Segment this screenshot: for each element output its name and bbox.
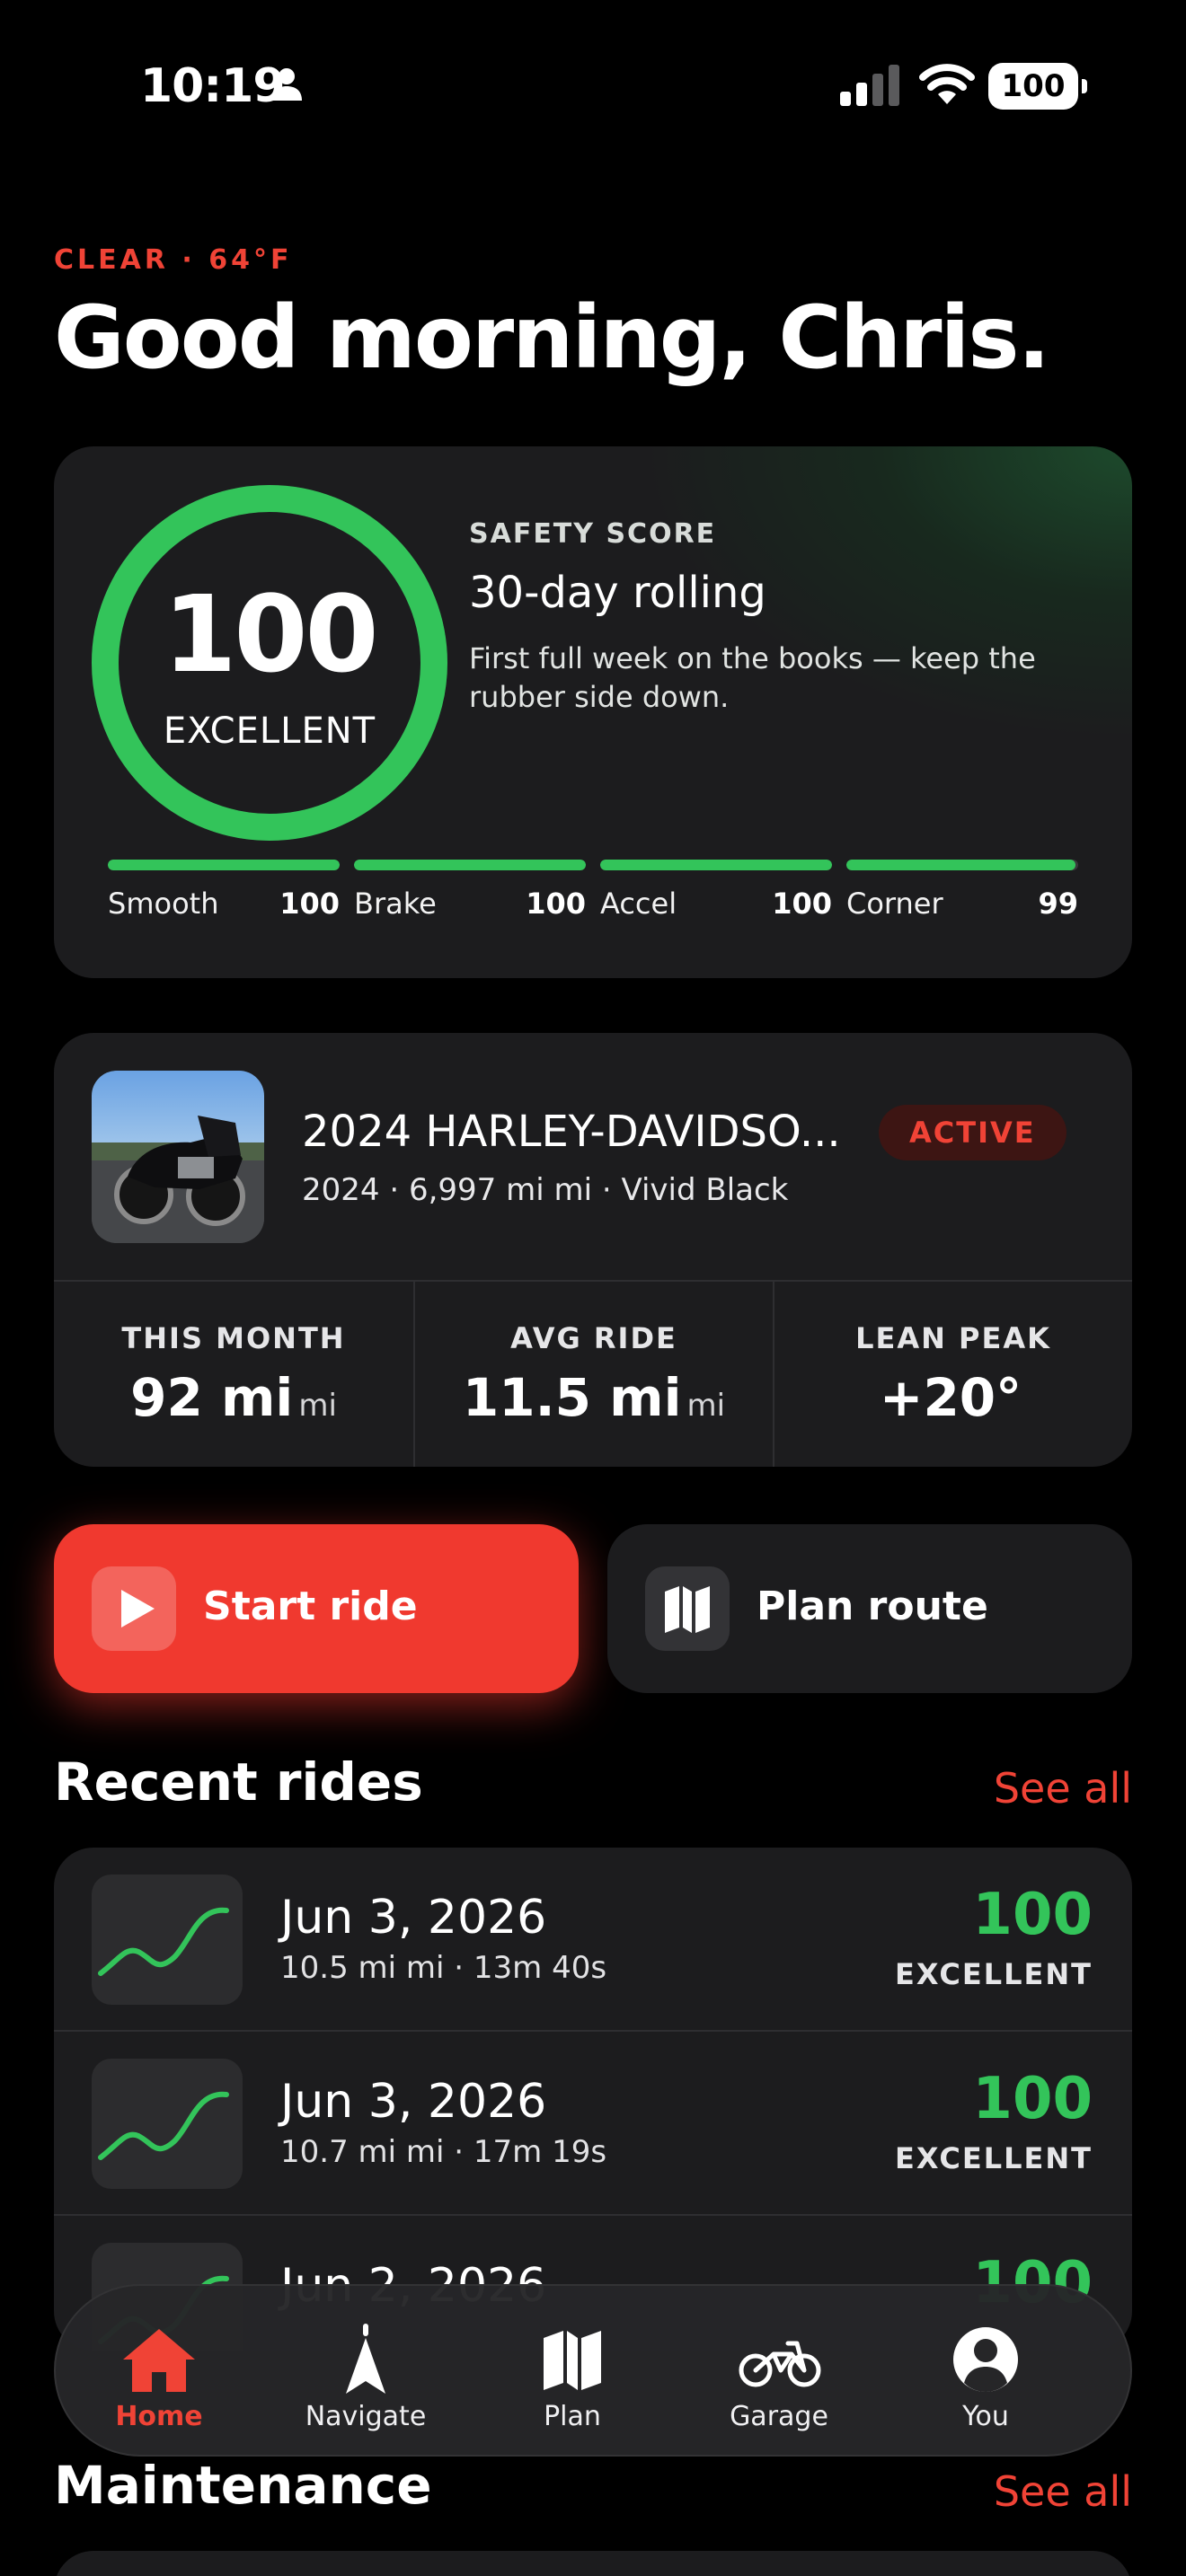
weather-label: CLEAR · 64°F <box>54 244 293 276</box>
map-icon <box>645 1566 730 1651</box>
ride-date: Jun 3, 2026 <box>280 1891 547 1945</box>
stat-avg-ride: AVG RIDE 11.5 mi mi <box>413 1282 773 1467</box>
metric-bar <box>846 860 1078 870</box>
metric-bar-fill <box>108 860 340 870</box>
maintenance-card[interactable] <box>54 2551 1132 2576</box>
status-time: 10:19 <box>140 59 286 113</box>
metric-value: 99 <box>1038 887 1078 921</box>
tab-label: Home <box>115 2401 203 2432</box>
ride-score: 100 <box>972 1882 1093 1948</box>
plan-route-button[interactable]: Plan route <box>607 1524 1132 1693</box>
metric-bar-fill <box>354 860 586 870</box>
ride-score: 100 <box>972 2066 1093 2132</box>
tab-label: You <box>962 2401 1009 2432</box>
safety-score-value: 100 <box>163 572 378 696</box>
safety-metrics: Smooth 100 Brake 100 Accel 100 Corner 99 <box>108 860 1078 931</box>
tab-label: Garage <box>730 2401 828 2432</box>
recent-rides-title: Recent rides <box>54 1751 423 1813</box>
safety-score-title: 30-day rolling <box>469 568 766 618</box>
metric-brake: Brake 100 <box>354 860 586 921</box>
bike-card[interactable]: 2024 HARLEY-DAVIDSO... ACTIVE 2024 · 6,9… <box>54 1033 1132 1467</box>
wifi-icon <box>919 64 975 104</box>
page-title: Good morning, Chris. <box>54 287 1050 388</box>
metric-bar-fill <box>600 860 832 870</box>
stat-label: LEAN PEAK <box>855 1321 1051 1355</box>
stat-value: +20° <box>879 1367 1022 1428</box>
metric-value: 100 <box>772 887 832 921</box>
metric-bar <box>354 860 586 870</box>
metric-corner: Corner 99 <box>846 860 1078 921</box>
route-thumbnail-icon <box>92 1875 243 2005</box>
map-icon <box>544 2331 601 2390</box>
start-ride-button[interactable]: Start ride <box>54 1524 579 1693</box>
tab-bar: Home Navigate Plan Garage You <box>54 2284 1132 2457</box>
ride-row[interactable]: Jun 3, 2026 10.7 mi mi · 17m 19s 100 EXC… <box>54 2032 1132 2216</box>
maintenance-see-all-link[interactable]: See all <box>994 2467 1132 2516</box>
stat-label: THIS MONTH <box>121 1321 346 1355</box>
tab-you[interactable]: You <box>882 2286 1089 2458</box>
ride-grade: EXCELLENT <box>895 2141 1093 2175</box>
battery-indicator: 100 <box>988 63 1087 110</box>
tab-plan[interactable]: Plan <box>469 2286 676 2458</box>
ride-meta: 10.5 mi mi · 13m 40s <box>280 1950 607 1986</box>
tab-home[interactable]: Home <box>56 2286 262 2458</box>
tab-garage[interactable]: Garage <box>676 2286 882 2458</box>
ride-date: Jun 3, 2026 <box>280 2075 547 2129</box>
recent-rides-list: Jun 3, 2026 10.5 mi mi · 13m 40s 100 EXC… <box>54 1848 1132 2351</box>
metric-value: 100 <box>279 887 340 921</box>
motorcycle-photo-icon <box>92 1116 264 1243</box>
stat-value: 92 mi mi <box>130 1367 337 1428</box>
tab-label: Navigate <box>305 2401 427 2432</box>
metric-bar <box>108 860 340 870</box>
plan-route-label: Plan route <box>757 1584 988 1629</box>
home-icon <box>123 2329 195 2392</box>
safety-score-card[interactable]: 100 EXCELLENT SAFETY SCORE 30-day rollin… <box>54 446 1132 978</box>
safety-score-grade: EXCELLENT <box>163 710 376 752</box>
stat-value: 11.5 mi mi <box>462 1367 726 1428</box>
bike-name: 2024 HARLEY-DAVIDSO... <box>302 1107 841 1157</box>
metric-label: Smooth <box>108 887 219 921</box>
person-icon <box>953 2327 1018 2392</box>
metric-accel: Accel 100 <box>600 860 832 921</box>
metric-label: Brake <box>354 887 437 921</box>
cellular-signal-icon <box>840 65 899 106</box>
recent-rides-see-all-link[interactable]: See all <box>994 1764 1132 1813</box>
metric-bar <box>600 860 832 870</box>
metric-value: 100 <box>526 887 586 921</box>
bike-photo <box>92 1071 264 1243</box>
play-icon <box>92 1566 176 1651</box>
maintenance-title: Maintenance <box>54 2455 432 2516</box>
navigate-icon <box>346 2324 385 2394</box>
metric-label: Accel <box>600 887 677 921</box>
route-thumbnail-icon <box>92 2059 243 2189</box>
ride-row[interactable]: Jun 3, 2026 10.5 mi mi · 13m 40s 100 EXC… <box>54 1848 1132 2032</box>
tab-navigate[interactable]: Navigate <box>262 2286 469 2458</box>
status-badge: ACTIVE <box>879 1105 1067 1160</box>
stat-label: AVG RIDE <box>510 1321 677 1355</box>
metric-smooth: Smooth 100 <box>108 860 340 921</box>
safety-score-label: SAFETY SCORE <box>469 518 717 550</box>
ride-grade: EXCELLENT <box>895 1957 1093 1991</box>
metric-label: Corner <box>846 887 943 921</box>
motorcycle-icon <box>739 2341 821 2387</box>
safety-score-description: First full week on the books — keep the … <box>469 641 1036 714</box>
status-bar: 10:19 100 <box>0 0 1186 171</box>
metric-bar-fill <box>846 860 1076 870</box>
tab-label: Plan <box>544 2401 601 2432</box>
person-icon <box>271 68 302 101</box>
stat-this-month: THIS MONTH 92 mi mi <box>54 1282 413 1467</box>
bike-meta: 2024 · 6,997 mi mi · Vivid Black <box>302 1172 789 1208</box>
start-ride-label: Start ride <box>203 1584 418 1629</box>
stat-lean-peak: LEAN PEAK +20° <box>773 1282 1132 1467</box>
ride-meta: 10.7 mi mi · 17m 19s <box>280 2134 607 2170</box>
